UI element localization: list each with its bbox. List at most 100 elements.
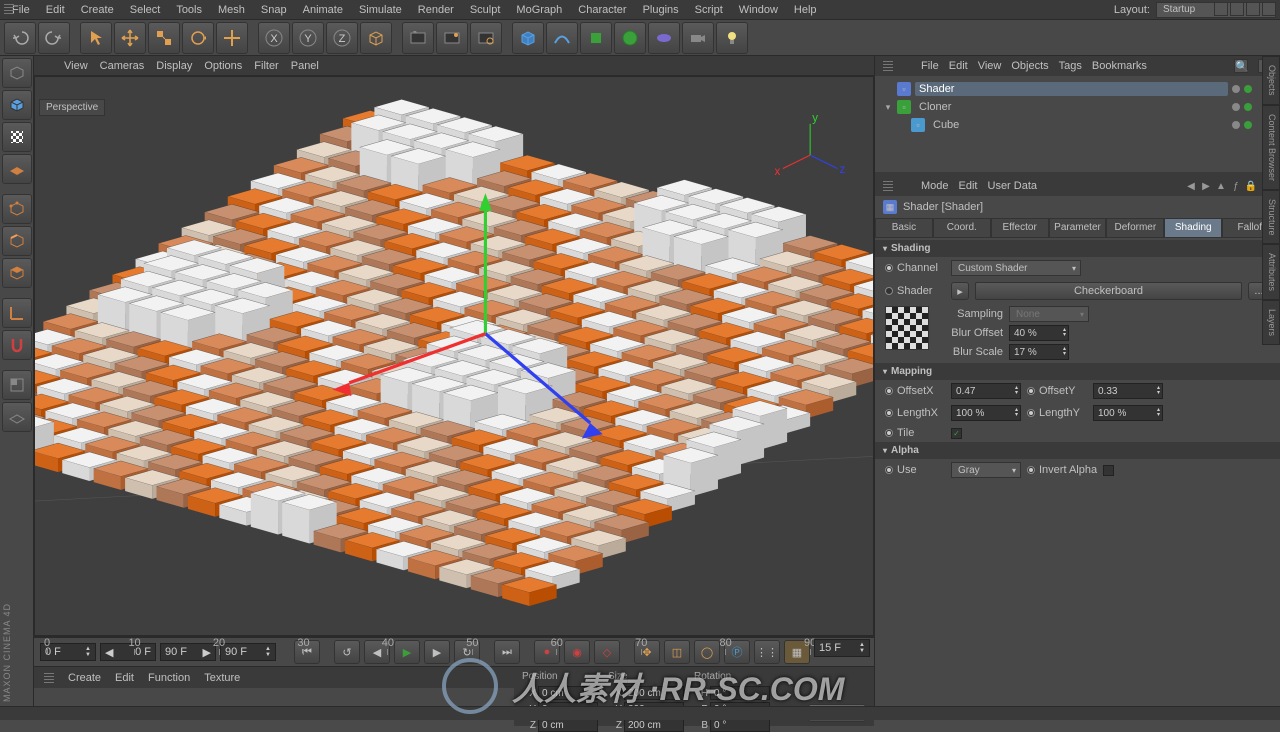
locked-workplane[interactable] (2, 402, 32, 432)
vis-render-dot[interactable] (1244, 85, 1252, 93)
snap-toggle[interactable] (2, 330, 32, 360)
menu-simulate[interactable]: Simulate (351, 2, 410, 18)
axis-mode[interactable] (2, 298, 32, 328)
use-select[interactable]: Gray (951, 462, 1021, 478)
tab-basic[interactable]: Basic (875, 218, 933, 238)
sampling-select[interactable]: None (1009, 306, 1089, 322)
lengthx-input[interactable]: 100 % (951, 405, 1021, 421)
model-mode[interactable] (2, 90, 32, 120)
side-tab-objects[interactable]: Objects (1262, 56, 1280, 105)
menu-window[interactable]: Window (731, 2, 786, 18)
size-z[interactable]: 200 cm (624, 718, 684, 732)
workplane-mode[interactable] (2, 154, 32, 184)
view-menu-filter[interactable]: Filter (254, 60, 278, 72)
offx-radio[interactable] (885, 387, 893, 395)
frame-end-b[interactable]: 90 F▲▼ (220, 643, 276, 661)
view-menu-cameras[interactable]: Cameras (100, 60, 145, 72)
om-tags[interactable]: Tags (1059, 60, 1082, 72)
z-axis-lock[interactable]: Z (326, 22, 358, 54)
vis-editor-dot[interactable] (1232, 121, 1240, 129)
size-x[interactable]: 200 cm (624, 686, 684, 700)
menu-script[interactable]: Script (687, 2, 731, 18)
section-mapping[interactable]: Mapping (875, 363, 1280, 380)
menu-select[interactable]: Select (122, 2, 169, 18)
rot-h[interactable]: 0 ° (710, 686, 770, 700)
mat-function[interactable]: Function (148, 672, 190, 684)
last-tool[interactable] (216, 22, 248, 54)
tab-parameter[interactable]: Parameter (1049, 218, 1107, 238)
shader-button[interactable]: Checkerboard (975, 282, 1242, 300)
attr-userdata[interactable]: User Data (988, 180, 1038, 192)
view-menu-display[interactable]: Display (156, 60, 192, 72)
viewport-canvas[interactable]: y z x (35, 77, 873, 635)
channel-radio[interactable] (885, 264, 893, 272)
vis-editor-dot[interactable] (1232, 103, 1240, 111)
nav-prev-icon[interactable]: ◀ (1185, 180, 1197, 192)
func-icon[interactable]: ƒ (1230, 180, 1242, 192)
render-view[interactable] (402, 22, 434, 54)
offsety-input[interactable]: 0.33 (1093, 383, 1163, 399)
mat-edit[interactable]: Edit (115, 672, 134, 684)
channel-select[interactable]: Custom Shader (951, 260, 1081, 276)
object-name[interactable]: Shader (915, 82, 1228, 96)
current-frame-display[interactable]: 15 F▲▼ (814, 639, 870, 657)
tab-effector[interactable]: Effector (991, 218, 1049, 238)
add-camera[interactable] (682, 22, 714, 54)
mat-create[interactable]: Create (68, 672, 101, 684)
tab-coord[interactable]: Coord. (933, 218, 991, 238)
render-settings[interactable] (470, 22, 502, 54)
nav-next-icon[interactable]: ▶ (1200, 180, 1212, 192)
tab-deformer[interactable]: Deformer (1106, 218, 1164, 238)
invert-radio[interactable] (1027, 466, 1035, 474)
object-tree[interactable]: ▫ Shader ▾ ▫ Cloner ▫ Cube (875, 76, 1280, 172)
side-tab-content[interactable]: Content Browser (1262, 105, 1280, 190)
om-file[interactable]: File (921, 60, 939, 72)
key-scale-icon[interactable]: ◫ (664, 640, 690, 664)
menu-snap[interactable]: Snap (253, 2, 295, 18)
keyframe-sel-button[interactable]: ◇ (594, 640, 620, 664)
autokey-button[interactable]: ◉ (564, 640, 590, 664)
point-mode[interactable] (2, 194, 32, 224)
shader-arrow-button[interactable]: ▸ (951, 282, 969, 300)
menu-mesh[interactable]: Mesh (210, 2, 253, 18)
viewport-nav-icon[interactable] (1230, 2, 1244, 16)
tree-row[interactable]: ▾ ▫ Cloner (879, 98, 1276, 116)
lengthy-input[interactable]: 100 % (1093, 405, 1163, 421)
section-shading[interactable]: Shading (875, 240, 1280, 257)
add-spline[interactable] (546, 22, 578, 54)
menu-mograph[interactable]: MoGraph (508, 2, 570, 18)
key-rotate-icon[interactable]: ◯ (694, 640, 720, 664)
om-objects[interactable]: Objects (1011, 60, 1048, 72)
shader-radio[interactable] (885, 287, 893, 295)
menu-help[interactable]: Help (786, 2, 825, 18)
blur-offset-input[interactable]: 40 % (1009, 325, 1069, 341)
object-name[interactable]: Cloner (915, 100, 1228, 114)
coord-system[interactable] (360, 22, 392, 54)
tab-shading[interactable]: Shading (1164, 218, 1222, 238)
nav-up-icon[interactable]: ▲ (1215, 180, 1227, 192)
goto-end-button[interactable]: ⏭ (494, 640, 520, 664)
offsetx-input[interactable]: 0.47 (951, 383, 1021, 399)
om-bookmarks[interactable]: Bookmarks (1092, 60, 1147, 72)
view-menu-options[interactable]: Options (204, 60, 242, 72)
invert-checkbox[interactable] (1103, 465, 1114, 476)
timeline-ruler[interactable]: 0102030405060708090 15 F▲▼ (34, 637, 874, 638)
om-view[interactable]: View (978, 60, 1002, 72)
step-back-button[interactable]: ↺ (334, 640, 360, 664)
menu-create[interactable]: Create (73, 2, 122, 18)
redo-button[interactable] (38, 22, 70, 54)
side-tab-attributes[interactable]: Attributes (1262, 244, 1280, 300)
make-editable[interactable] (2, 58, 32, 88)
menu-animate[interactable]: Animate (295, 2, 351, 18)
tree-row[interactable]: ▫ Cube (879, 116, 1276, 134)
use-radio[interactable] (885, 466, 893, 474)
attr-mode[interactable]: Mode (921, 180, 949, 192)
rotate-tool[interactable] (182, 22, 214, 54)
add-cube[interactable] (512, 22, 544, 54)
menu-render[interactable]: Render (410, 2, 462, 18)
pos-x[interactable]: 0 cm (538, 686, 598, 700)
pos-z[interactable]: 0 cm (538, 718, 598, 732)
select-tool[interactable] (80, 22, 112, 54)
viewport-nav-icon[interactable] (1262, 2, 1276, 16)
expand-toggle[interactable]: ▾ (883, 102, 893, 113)
